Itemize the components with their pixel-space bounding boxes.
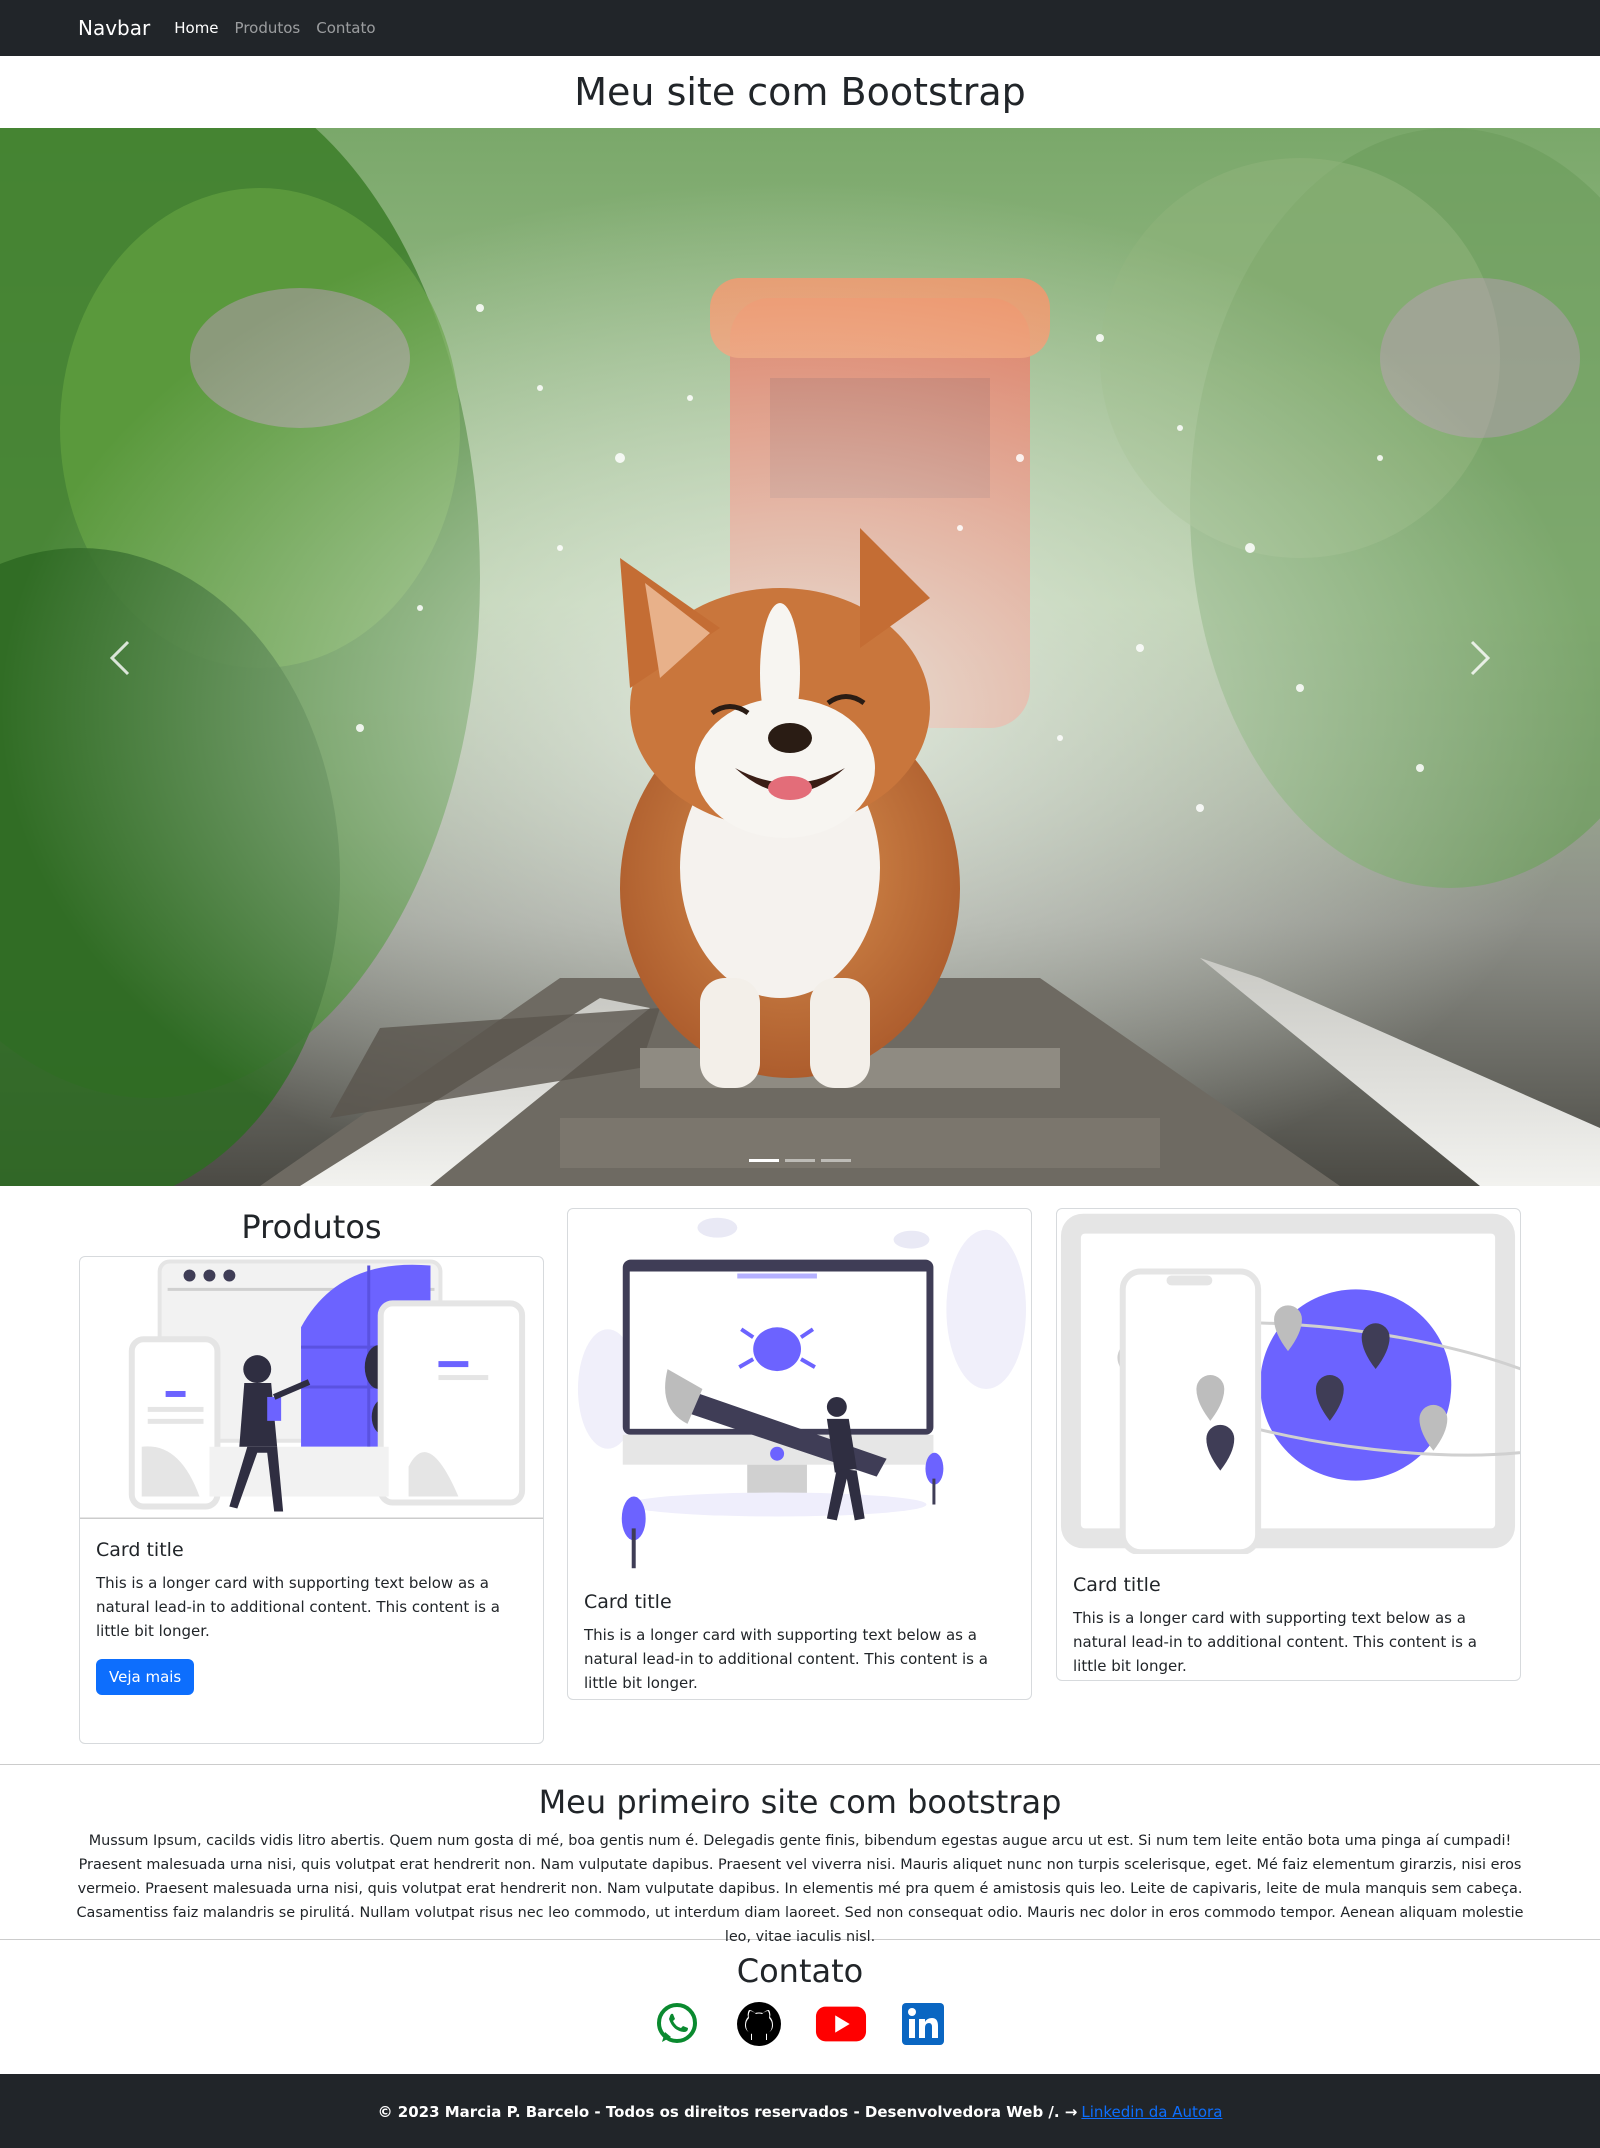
navbar-brand[interactable]: Navbar	[78, 16, 150, 40]
about-title: Meu primeiro site com bootstrap	[538, 1783, 1062, 1821]
product-card-2: Card title This is a longer card with su…	[567, 1208, 1032, 1700]
github-icon[interactable]	[733, 1998, 785, 2050]
card-text: This is a longer card with supporting te…	[1073, 1609, 1477, 1675]
about-section: Meu primeiro site com bootstrap Mussum I…	[0, 1764, 1600, 1945]
linkedin-icon[interactable]	[897, 1998, 949, 2050]
map-locations-illustration	[1060, 1213, 1520, 1556]
nav-link-contato[interactable]: Contato	[316, 19, 375, 37]
page-title: Meu site com Bootstrap	[574, 70, 1026, 114]
chevron-right-icon	[1470, 640, 1491, 676]
youtube-icon[interactable]	[815, 1998, 867, 2050]
card-title: Card title	[96, 1539, 184, 1561]
nav-link-home[interactable]: Home	[174, 19, 218, 37]
produtos-title: Produtos	[241, 1208, 382, 1246]
footer-linkedin-link[interactable]: Linkedin da Autora	[1081, 2103, 1222, 2121]
social-icons	[0, 1998, 1600, 2050]
navbar: Navbar Home Produtos Contato	[0, 0, 1600, 56]
whatsapp-icon[interactable]	[651, 1998, 703, 2050]
veja-mais-button[interactable]: Veja mais	[96, 1659, 195, 1695]
chevron-left-icon	[109, 640, 130, 676]
contato-title: Contato	[736, 1952, 864, 1990]
about-text: Mussum Ipsum, cacilds vidis litro aberti…	[76, 1833, 1524, 1945]
card-text: This is a longer card with supporting te…	[584, 1626, 988, 1692]
carousel-prev-button[interactable]	[90, 608, 150, 708]
carousel-indicator-1[interactable]	[749, 1159, 779, 1162]
footer-text: © 2023 Marcia P. Barcelo - Todos os dire…	[377, 2103, 1078, 2121]
footer: © 2023 Marcia P. Barcelo - Todos os dire…	[0, 2074, 1600, 2148]
carousel-indicator-3[interactable]	[821, 1159, 851, 1162]
web-design-illustration	[80, 1259, 543, 1520]
carousel-indicator-2[interactable]	[785, 1159, 815, 1162]
card-title: Card title	[584, 1591, 672, 1613]
carousel	[0, 128, 1600, 1186]
nav-link-produtos[interactable]: Produtos	[235, 19, 301, 37]
carousel-indicators	[0, 1159, 1600, 1162]
carousel-image	[0, 128, 1600, 1186]
card-title: Card title	[1073, 1574, 1161, 1596]
product-card-1: Card title This is a longer card with su…	[79, 1256, 544, 1744]
produtos-section: Produtos Card title This is a longer car…	[0, 1186, 1600, 1764]
bug-fixing-illustration	[577, 1217, 1027, 1569]
product-card-3: Card title This is a longer card with su…	[1056, 1208, 1521, 1681]
carousel-next-button[interactable]	[1450, 608, 1510, 708]
card-text: This is a longer card with supporting te…	[96, 1574, 500, 1640]
contato-section: Contato	[0, 1940, 1600, 2074]
